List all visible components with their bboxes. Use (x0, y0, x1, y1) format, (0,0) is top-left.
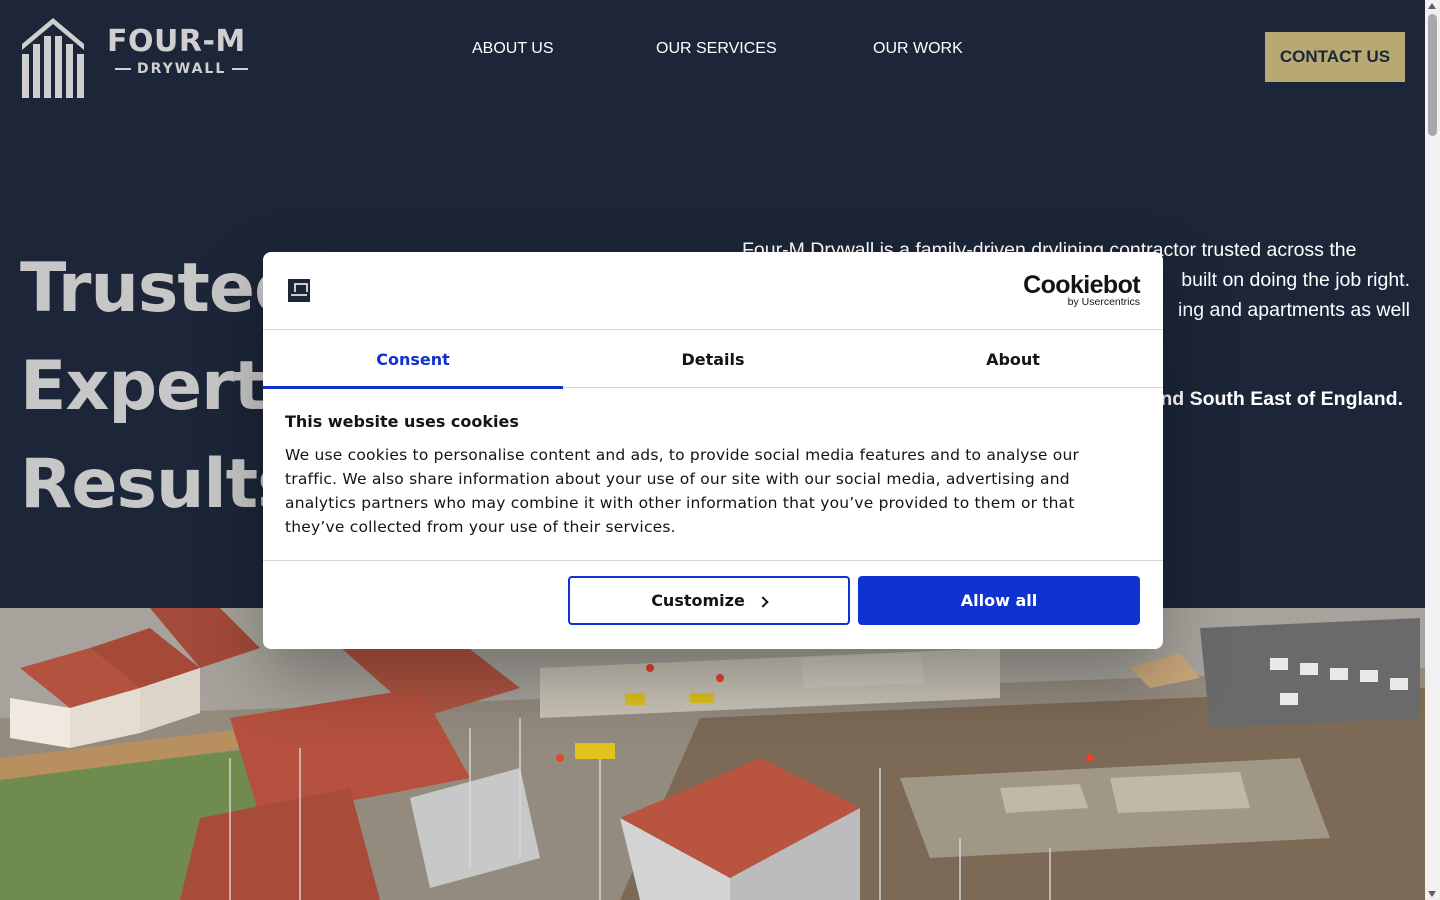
logo-dash-left (115, 68, 131, 70)
logo-dash-right (232, 68, 249, 70)
logo-wordmark: FOUR-M (107, 24, 246, 59)
tab-about[interactable]: About (863, 330, 1163, 388)
contact-us-button[interactable]: CONTACT US (1265, 32, 1405, 82)
cookie-description: We use cookies to personalise content an… (285, 446, 1080, 536)
hero-title-line: Trusted (20, 249, 303, 328)
page-scrollbar[interactable] (1425, 0, 1440, 900)
customize-button[interactable]: Customize (568, 576, 850, 625)
tab-consent[interactable]: Consent (263, 330, 563, 389)
construction-site-illustration (0, 608, 1425, 900)
hero-title: Trusted Experts Results (20, 240, 306, 534)
logo-subtitle: DRYWALL (115, 61, 249, 77)
cookiebot-wordmark: Cookiebot (1023, 271, 1140, 299)
scroll-down-arrow-icon[interactable] (1428, 891, 1436, 897)
tab-details[interactable]: Details (563, 330, 863, 388)
four-m-logo[interactable]: FOUR-M DRYWALL (20, 16, 250, 98)
customize-button-label: Customize (651, 591, 745, 610)
cookie-consent-dialog: Cookiebot by Usercentrics Consent Detail… (263, 252, 1163, 649)
chevron-right-icon (757, 595, 769, 608)
nav-our-work[interactable]: OUR WORK (873, 40, 963, 58)
cookie-tabs: Consent Details About (263, 330, 1163, 389)
cookie-dialog-body: This website uses cookies We use cookies… (285, 412, 1135, 539)
hero-region-text: nd South East of England. (1160, 388, 1403, 410)
building-logo-icon (22, 18, 84, 98)
logo-subtitle-text: DRYWALL (137, 61, 227, 77)
cookiebot-logo[interactable]: Cookiebot by Usercentrics (1023, 272, 1140, 308)
cookie-dialog-header: Cookiebot by Usercentrics (263, 252, 1163, 330)
scroll-up-arrow-icon[interactable] (1428, 3, 1436, 9)
cookie-heading: This website uses cookies (285, 412, 519, 431)
hero-title-line: Experts (20, 347, 306, 426)
nav-about-us[interactable]: ABOUT US (472, 40, 554, 58)
hero-title-line: Results (20, 445, 298, 524)
cookie-dialog-footer: Customize Allow all (263, 560, 1163, 649)
allow-all-button[interactable]: Allow all (858, 576, 1140, 625)
site-logo-icon (288, 279, 310, 302)
hero-image (0, 608, 1425, 900)
nav-our-services[interactable]: OUR SERVICES (656, 40, 777, 58)
scrollbar-thumb[interactable] (1428, 14, 1437, 136)
